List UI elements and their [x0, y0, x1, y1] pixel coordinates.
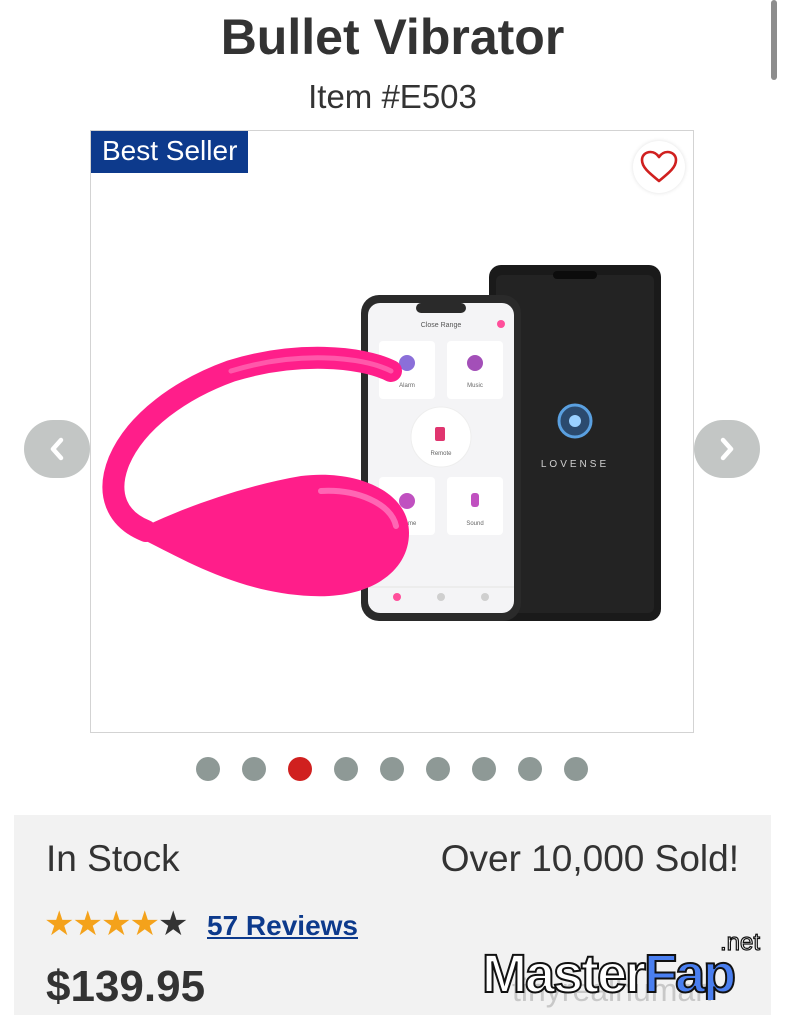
carousel-dot[interactable] — [564, 757, 588, 781]
carousel-dot[interactable] — [334, 757, 358, 781]
app-tile-label: Music — [467, 383, 483, 389]
star-filled-icon: ★ — [44, 905, 75, 943]
carousel-dot[interactable] — [380, 757, 404, 781]
app-tile-label: Alarm — [399, 383, 415, 389]
product-title: Bullet Vibrator — [220, 9, 565, 65]
product-image-frame[interactable]: Best Seller LOVENSE Close Range Alarm Mu… — [90, 130, 694, 733]
carousel-dot[interactable] — [426, 757, 450, 781]
carousel-dot[interactable] — [196, 757, 220, 781]
app-tile-label: Remote — [430, 451, 452, 457]
app-header-text: Close Range — [421, 322, 462, 329]
chevron-right-icon — [720, 437, 734, 461]
watermark-text-left: Master — [482, 944, 646, 1000]
carousel-next-button[interactable] — [694, 420, 760, 478]
brand-logo-text: LOVENSE — [541, 459, 609, 470]
star-empty-icon: ★ — [157, 905, 189, 943]
carousel-dot[interactable] — [518, 757, 542, 781]
carousel-dot-active[interactable] — [288, 757, 312, 781]
carousel-pagination — [196, 757, 588, 781]
carousel-dot[interactable] — [242, 757, 266, 781]
watermark-text-right: Fap — [644, 944, 734, 1000]
reviews-link[interactable]: 57 Reviews — [207, 910, 358, 942]
chevron-left-icon — [50, 437, 64, 461]
star-filled-icon: ★ — [129, 905, 160, 943]
product-price: $139.95 — [46, 962, 206, 1011]
sold-count: Over 10,000 Sold! — [440, 838, 739, 879]
watermark-logo: .net MasterFap — [482, 928, 761, 1000]
star-rating: ★★★★★ — [44, 904, 189, 944]
carousel-dot[interactable] — [472, 757, 496, 781]
app-tile-label: Sound — [466, 521, 483, 527]
carousel-prev-button[interactable] — [24, 420, 90, 478]
star-filled-icon: ★ — [100, 905, 132, 943]
stock-status: In Stock — [46, 838, 180, 879]
star-filled-icon: ★ — [72, 905, 103, 943]
svg-text:MasterFap: MasterFap — [482, 944, 734, 1000]
item-number: Item #E503 — [308, 78, 477, 115]
product-image: LOVENSE Close Range Alarm Music Remote T… — [102, 265, 661, 621]
